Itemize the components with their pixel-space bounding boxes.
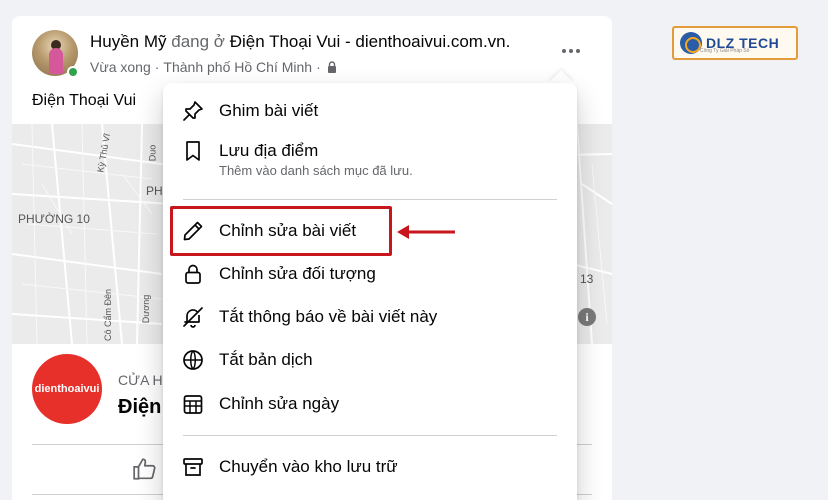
- post-meta: Vừa xong · Thành phố Hồ Chí Minh ·: [90, 59, 337, 75]
- archive-icon: [183, 458, 203, 476]
- map-label-ward: PHƯỜNG 10: [18, 212, 90, 226]
- checkin-place-link[interactable]: Điện Thoại Vui - dienthoaivui.com.vn.: [230, 32, 511, 51]
- menu-item-turn-off-translation[interactable]: Tắt bản dịch: [171, 348, 569, 372]
- menu-item-label: Ghim bài viết: [219, 101, 319, 120]
- post-time[interactable]: Vừa xong: [90, 59, 151, 75]
- meta-separator: ·: [316, 59, 321, 75]
- menu-item-label: Chỉnh sửa ngày: [219, 394, 340, 413]
- menu-item-edit-audience[interactable]: Chỉnh sửa đối tượng: [171, 262, 569, 286]
- post-location[interactable]: Thành phố Hồ Chí Minh: [163, 59, 312, 75]
- avatar-figure: [49, 48, 63, 74]
- place-logo[interactable]: dienthoaivui: [32, 354, 102, 424]
- map-label-street: Dương: [141, 294, 152, 324]
- arrow-pointer-icon: [397, 225, 455, 239]
- dlz-tech-logo: DLZ TECH: [672, 26, 798, 60]
- checkin-verb: đang ở: [171, 32, 225, 51]
- menu-separator: [183, 435, 557, 436]
- more-options-button[interactable]: [558, 38, 584, 64]
- bell-off-icon: [183, 307, 203, 328]
- menu-item-edit-date[interactable]: Chỉnh sửa ngày: [171, 392, 569, 416]
- brand-tagline: Công Ty Giải Pháp Số: [700, 48, 750, 54]
- calendar-icon: [183, 395, 203, 414]
- menu-item-label: Chỉnh sửa đối tượng: [219, 264, 376, 283]
- meta-separator: ·: [154, 59, 160, 75]
- highlight-box: [170, 206, 392, 256]
- post-text: Điện Thoại Vui: [32, 92, 137, 109]
- like-icon[interactable]: [132, 456, 158, 482]
- menu-item-label: Tắt bản dịch: [219, 350, 313, 369]
- map-label-street: Duo: [147, 144, 158, 162]
- place-name[interactable]: Điện: [118, 396, 161, 419]
- map-info-icon[interactable]: i: [578, 308, 596, 326]
- pin-icon: [183, 101, 203, 121]
- menu-item-label: Tắt thông báo về bài viết này: [219, 307, 438, 326]
- lock-icon: [185, 264, 201, 284]
- menu-separator: [183, 199, 557, 200]
- page-right-edge: [828, 0, 840, 500]
- more-options-icon: [562, 49, 566, 53]
- menu-item-description: Thêm vào danh sách mục đã lưu.: [219, 163, 413, 178]
- post-header-title: Huyền Mỹ đang ở Điện Thoại Vui - dientho…: [90, 32, 510, 52]
- menu-item-turn-off-notifications[interactable]: Tắt thông báo về bài viết này: [171, 305, 569, 329]
- online-status-dot: [67, 66, 79, 78]
- map-label-street: Cô Cẩm Đên: [103, 288, 114, 342]
- menu-item-label: Lưu địa điểm: [219, 141, 319, 160]
- place-category: CỬA H: [118, 372, 163, 388]
- globe-icon: [183, 350, 203, 370]
- post-options-menu: Ghim bài viết Lưu địa điểm Thêm vào danh…: [163, 83, 577, 500]
- map-label-ph: PH: [146, 184, 163, 198]
- menu-item-archive[interactable]: Chuyển vào kho lưu trữ: [171, 455, 569, 479]
- menu-item-pin-post[interactable]: Ghim bài viết: [171, 99, 569, 123]
- map-label-13: 13: [580, 272, 594, 286]
- author-name[interactable]: Huyền Mỹ: [90, 32, 167, 51]
- dlz-mark-icon: [680, 32, 702, 54]
- menu-item-label: Chuyển vào kho lưu trữ: [219, 457, 398, 476]
- bookmark-icon: [186, 141, 200, 161]
- menu-item-save-place[interactable]: Lưu địa điểm Thêm vào danh sách mục đã l…: [171, 139, 569, 179]
- privacy-lock-icon[interactable]: [327, 61, 337, 73]
